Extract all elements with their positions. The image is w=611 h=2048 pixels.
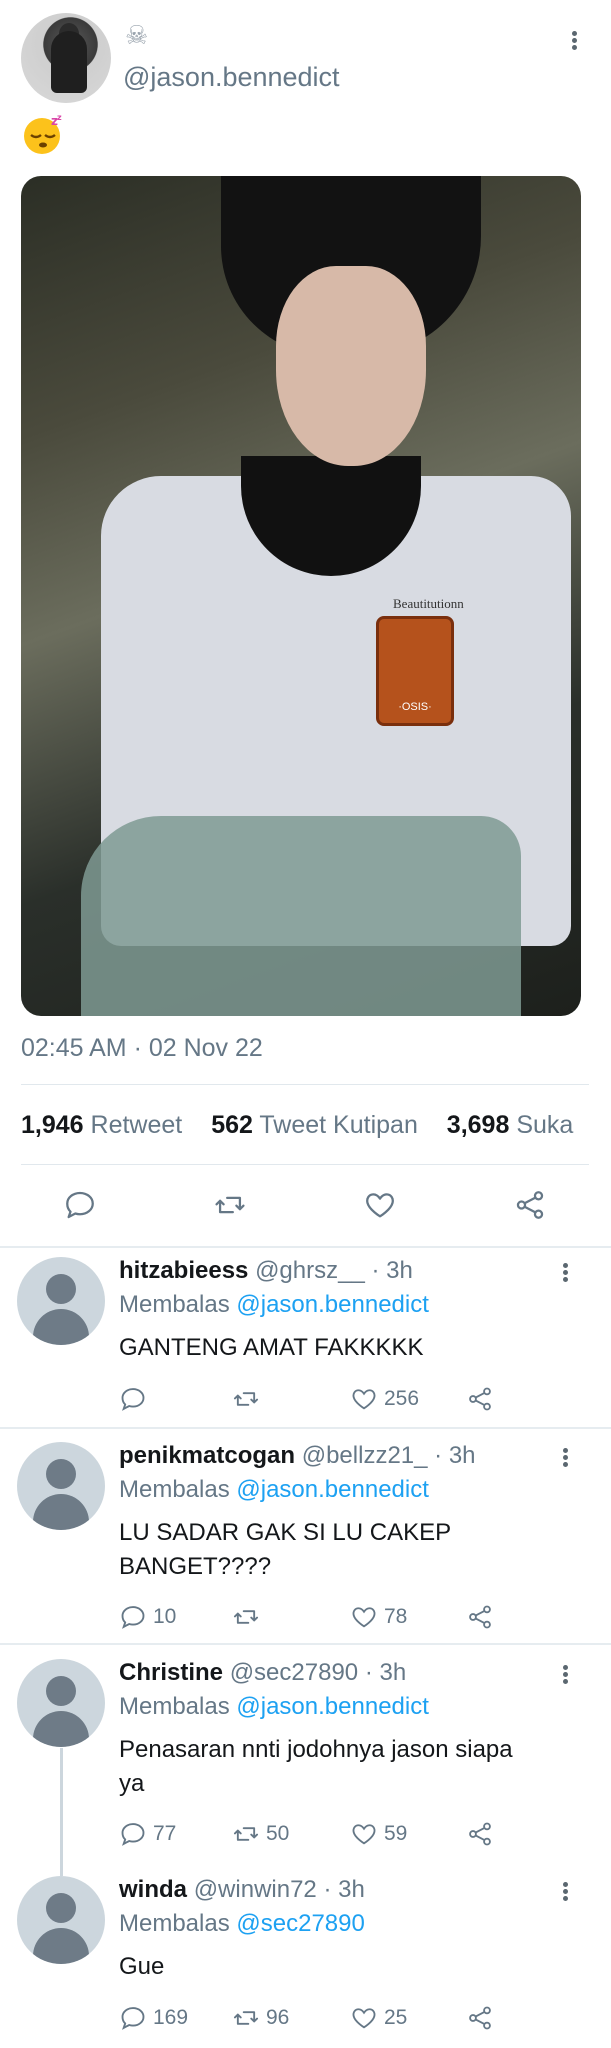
reply-avatar[interactable]	[17, 1876, 105, 1964]
retweet-action[interactable]	[232, 1383, 266, 1415]
retweet-icon	[233, 1392, 259, 1406]
svg-text:z: z	[57, 113, 62, 122]
reply-avatar[interactable]	[17, 1257, 105, 1345]
share-icon[interactable]	[513, 1188, 547, 1222]
share-action[interactable]	[466, 2002, 500, 2034]
like-action[interactable]: 78	[350, 1601, 407, 1633]
author-avatar[interactable]	[21, 13, 111, 103]
reply-action[interactable]: 10	[119, 1601, 176, 1633]
reply-text-line: Penasaran nnti jodohnya jason siapa	[119, 1736, 513, 1763]
more-options-icon[interactable]	[553, 1446, 577, 1470]
reply-handle[interactable]: @ghrsz__	[255, 1257, 365, 1284]
divider	[0, 1643, 611, 1645]
divider	[21, 1084, 589, 1085]
like-icon	[352, 1389, 376, 1410]
more-options-icon[interactable]	[553, 1261, 577, 1285]
reply-handle[interactable]: @bellzz21_	[302, 1442, 428, 1469]
reply-name[interactable]: winda	[119, 1876, 187, 1903]
retweet-action[interactable]	[232, 1601, 266, 1633]
retweet-stat[interactable]: 1,946 Retweet	[21, 1111, 182, 1139]
reply-icon	[121, 1606, 145, 1629]
reply-time: · 3h	[371, 1257, 413, 1284]
more-options-icon[interactable]	[553, 1880, 577, 1904]
reply-header: hitzabieess @ghrsz__ · 3h	[119, 1257, 413, 1285]
share-icon	[469, 2006, 491, 2030]
replying-to: Membalas @sec27890	[119, 1910, 365, 1937]
author-handle[interactable]: @jason.bennedict	[123, 62, 340, 93]
replying-to-link[interactable]: @jason.bennedict	[236, 1476, 429, 1503]
like-icon	[352, 1607, 376, 1628]
badge-text: Beautitutionn	[393, 596, 464, 611]
reply-handle[interactable]: @sec27890	[230, 1659, 358, 1686]
retweet-action[interactable]: 50	[232, 1818, 289, 1850]
replying-to: Membalas @jason.bennedict	[119, 1476, 429, 1503]
replying-to-link[interactable]: @jason.bennedict	[236, 1291, 429, 1318]
reply-action[interactable]	[119, 1383, 153, 1415]
thread-line	[60, 1748, 63, 1876]
tweet-stats: 1,946 Retweet 562 Tweet Kutipan 3,698 Su…	[21, 1111, 595, 1140]
share-action[interactable]	[466, 1818, 500, 1850]
reply-icon	[121, 1388, 145, 1411]
tweet-timestamp: 02:45 AM · 02 Nov 22	[21, 1034, 263, 1062]
replying-to-link[interactable]: @sec27890	[236, 1910, 364, 1937]
reply-time: · 3h	[434, 1442, 476, 1469]
like-icon	[352, 1824, 376, 1845]
retweet-icon[interactable]	[213, 1188, 247, 1222]
share-action[interactable]	[466, 1601, 500, 1633]
like-icon[interactable]	[363, 1188, 397, 1222]
divider	[0, 1246, 611, 1248]
share-icon	[469, 1387, 491, 1411]
reply-action[interactable]: 77	[119, 1818, 176, 1850]
replying-to: Membalas @jason.bennedict	[119, 1291, 429, 1318]
reply-text: Gue	[119, 1953, 165, 1980]
reply-time: · 3h	[364, 1659, 407, 1686]
like-action[interactable]: 59	[350, 1818, 407, 1850]
tweet-photo[interactable]: Beautitutionn ·OSIS·	[21, 176, 581, 1016]
reply-text: GANTENG AMAT FAKKKKK	[119, 1334, 424, 1361]
reply-action[interactable]: 169	[119, 2002, 188, 2034]
reply-header: penikmatcogan @bellzz21_ · 3h	[119, 1442, 476, 1470]
reply-avatar[interactable]	[17, 1442, 105, 1530]
reply-header: Christine @sec27890 · 3h	[119, 1659, 406, 1687]
more-options-icon[interactable]	[553, 1663, 577, 1687]
skull-icon: ☠	[125, 20, 149, 50]
retweet-icon	[233, 1827, 259, 1841]
reply-header: winda @winwin72 · 3h	[119, 1876, 365, 1904]
quote-stat[interactable]: 562 Tweet Kutipan	[211, 1111, 418, 1139]
divider	[0, 1427, 611, 1429]
like-stat[interactable]: 3,698 Suka	[447, 1111, 574, 1139]
more-options-icon[interactable]	[562, 29, 586, 53]
reply-name[interactable]: penikmatcogan	[119, 1442, 295, 1469]
divider	[21, 1164, 589, 1165]
share-icon	[469, 1605, 491, 1629]
retweet-icon	[233, 1610, 259, 1624]
replying-to-link[interactable]: @jason.bennedict	[236, 1693, 429, 1720]
reply-name[interactable]: Christine	[119, 1659, 223, 1686]
reply-text-line: ya	[119, 1770, 145, 1797]
reply-handle[interactable]: @winwin72	[194, 1876, 317, 1903]
reply-icon[interactable]	[63, 1188, 97, 1222]
school-badge: ·OSIS·	[376, 616, 454, 726]
reply-icon	[121, 2007, 145, 2030]
replying-to: Membalas @jason.bennedict	[119, 1693, 429, 1720]
sleepy-face-emoji: z z	[21, 113, 65, 155]
reply-text-line: LU SADAR GAK SI LU CAKEP	[119, 1519, 452, 1546]
like-action[interactable]: 256	[350, 1383, 419, 1415]
reply-time: · 3h	[323, 1876, 365, 1903]
reply-text-line: BANGET????	[119, 1553, 272, 1580]
share-action[interactable]	[466, 1383, 500, 1415]
reply-icon	[121, 1823, 145, 1846]
retweet-action[interactable]: 96	[232, 2002, 289, 2034]
retweet-icon	[233, 2011, 259, 2025]
reply-name[interactable]: hitzabieess	[119, 1257, 248, 1284]
reply-avatar[interactable]	[17, 1659, 105, 1747]
badge-label: ·OSIS·	[398, 701, 432, 713]
share-icon	[469, 1822, 491, 1846]
like-action[interactable]: 25	[350, 2002, 407, 2034]
like-icon	[352, 2008, 376, 2029]
